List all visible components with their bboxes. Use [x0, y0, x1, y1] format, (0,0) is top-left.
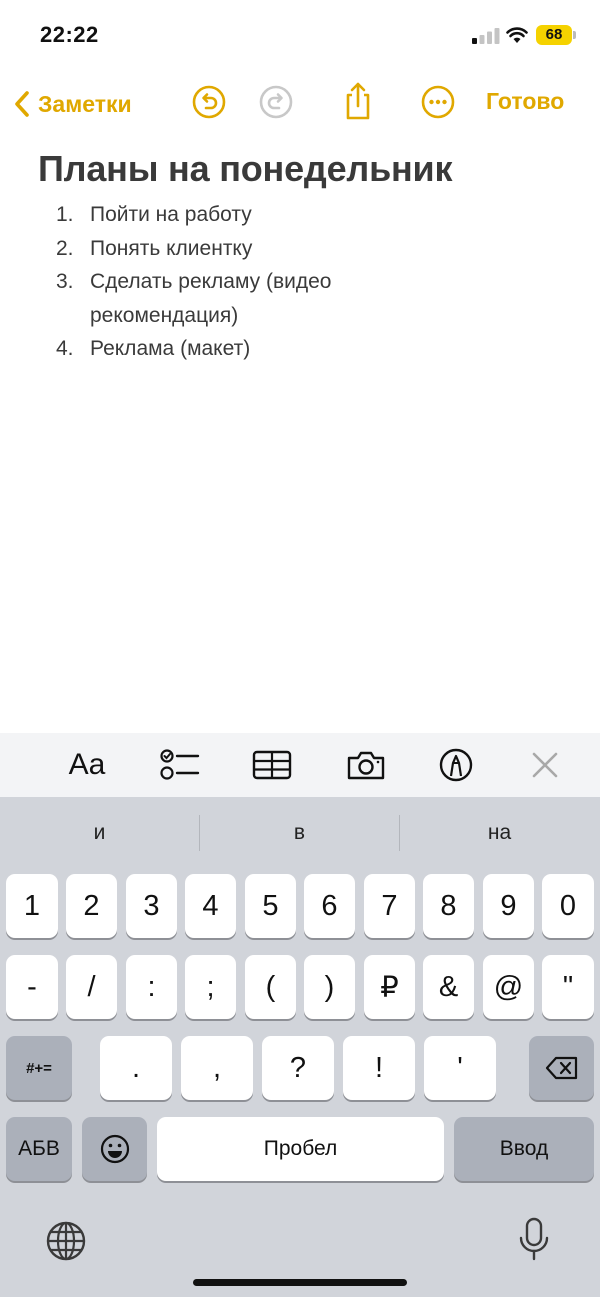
list-item-text: Пойти на работу [90, 203, 252, 226]
key-1[interactable]: 1 [6, 874, 58, 938]
list-item-number: 1. [56, 203, 74, 226]
emoji-icon [100, 1134, 129, 1164]
key-at[interactable]: @ [483, 955, 534, 1019]
suggestion-bar: и в на [0, 797, 600, 869]
key-ampersand[interactable]: & [423, 955, 474, 1019]
key-quote[interactable]: " [542, 955, 594, 1019]
key-comma[interactable]: , [181, 1036, 253, 1100]
delete-key[interactable] [529, 1036, 594, 1100]
space-key[interactable]: Пробел [157, 1117, 444, 1181]
undo-icon[interactable] [191, 84, 227, 120]
symbols-toggle-key[interactable]: #+= [6, 1036, 72, 1100]
redo-icon[interactable] [258, 84, 294, 120]
list-item[interactable]: 2. Понять клиентку [56, 232, 536, 266]
more-options-icon[interactable] [420, 84, 456, 120]
list-item-number: 3. [56, 270, 74, 293]
note-title[interactable]: Планы на понедельник [38, 148, 452, 190]
key-slash[interactable]: / [66, 955, 117, 1019]
checklist-icon[interactable] [158, 747, 200, 783]
status-bar: 22:22 68 [0, 0, 600, 70]
navigation-bar: Заметки Готово [0, 78, 600, 128]
emoji-key[interactable] [82, 1117, 147, 1181]
battery-indicator: 68 [536, 25, 572, 45]
key-8[interactable]: 8 [423, 874, 474, 938]
key-hyphen[interactable]: - [6, 955, 58, 1019]
close-icon[interactable] [530, 747, 560, 783]
suggestion-item[interactable]: на [400, 797, 599, 869]
wifi-icon [506, 27, 528, 43]
list-item-text: Реклама (макет) [90, 337, 251, 360]
back-button-label: Заметки [38, 90, 132, 117]
key-5[interactable]: 5 [245, 874, 296, 938]
key-2[interactable]: 2 [66, 874, 117, 938]
key-semicolon[interactable]: ; [185, 955, 236, 1019]
list-item[interactable]: 3. Сделать рекламу (видео рекомендация) [56, 265, 536, 332]
text-style-button[interactable]: Aa [64, 747, 110, 783]
key-ruble[interactable]: ₽ [364, 955, 415, 1019]
cellular-signal-icon [472, 28, 500, 44]
keyboard: и в на 1 2 3 4 5 6 7 8 9 0 - / : ; ( ) ₽… [0, 797, 600, 1297]
list-item[interactable]: 4. Реклама (макет) [56, 332, 536, 366]
key-colon[interactable]: : [126, 955, 177, 1019]
abc-toggle-key[interactable]: АБВ [6, 1117, 72, 1181]
key-apostrophe[interactable]: ' [424, 1036, 496, 1100]
key-0[interactable]: 0 [542, 874, 594, 938]
chevron-left-icon [15, 91, 29, 117]
done-button[interactable]: Готово [486, 88, 564, 115]
formatting-toolbar: Aa [0, 733, 600, 797]
globe-icon[interactable] [45, 1220, 87, 1262]
key-open-paren[interactable]: ( [245, 955, 296, 1019]
back-button[interactable]: Заметки [14, 84, 132, 124]
status-time: 22:22 [40, 22, 99, 47]
key-period[interactable]: . [100, 1036, 172, 1100]
key-3[interactable]: 3 [126, 874, 177, 938]
battery-nub [573, 31, 576, 39]
microphone-icon[interactable] [516, 1216, 552, 1264]
key-6[interactable]: 6 [304, 874, 355, 938]
list-item-text: Понять клиентку [90, 236, 253, 260]
table-icon[interactable] [252, 747, 292, 783]
camera-icon[interactable] [345, 747, 387, 783]
key-4[interactable]: 4 [185, 874, 236, 938]
list-item-text: Сделать рекламу (видео рекомендация) [90, 270, 332, 327]
list-item-number: 2. [56, 236, 74, 260]
return-key[interactable]: Ввод [454, 1117, 594, 1181]
backspace-icon [545, 1056, 577, 1080]
share-icon[interactable] [340, 80, 376, 122]
key-9[interactable]: 9 [483, 874, 534, 938]
note-list[interactable]: 1. Пойти на работу 2. Понять клиентку 3.… [56, 198, 536, 366]
key-close-paren[interactable]: ) [304, 955, 355, 1019]
key-exclamation[interactable]: ! [343, 1036, 415, 1100]
home-indicator[interactable] [193, 1279, 407, 1286]
key-question[interactable]: ? [262, 1036, 334, 1100]
suggestion-item[interactable]: и [0, 797, 199, 869]
suggestion-item[interactable]: в [200, 797, 399, 869]
markup-pen-icon[interactable] [438, 747, 474, 783]
list-item-number: 4. [56, 337, 74, 360]
key-7[interactable]: 7 [364, 874, 415, 938]
list-item[interactable]: 1. Пойти на работу [56, 198, 536, 232]
